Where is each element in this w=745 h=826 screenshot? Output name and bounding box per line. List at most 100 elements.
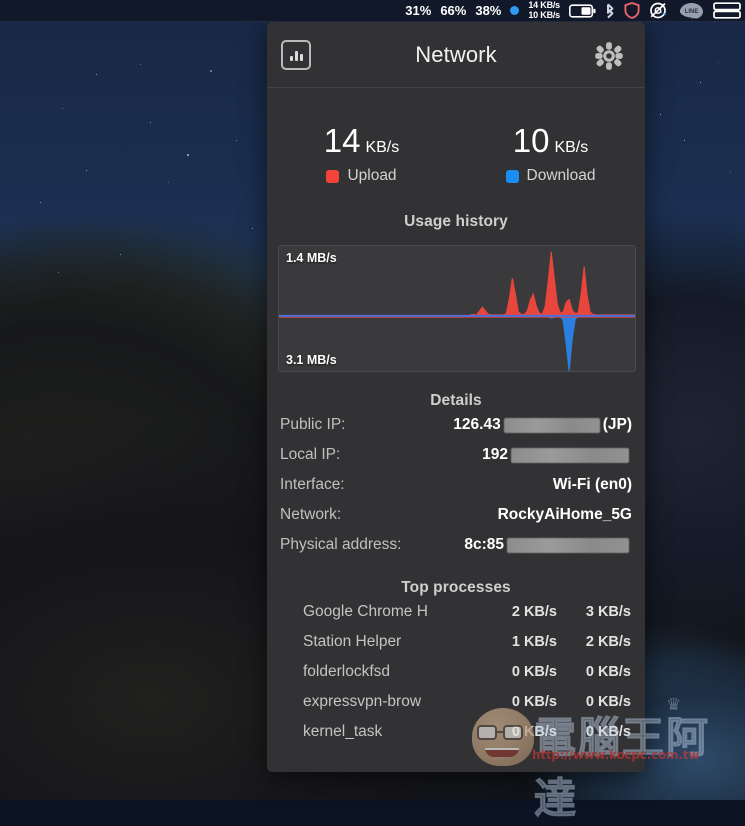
detail-value-text: 8c:85 (464, 536, 504, 554)
network-stats-widget: Network 14KB/s (267, 22, 645, 772)
detail-value-text: 126.43 (453, 416, 500, 434)
download-legend: Download (456, 167, 645, 185)
process-upload-rate: 0 KB/s (483, 694, 557, 710)
star (210, 70, 212, 72)
star (86, 170, 87, 171)
star (718, 62, 719, 63)
star (96, 74, 97, 75)
process-download-rate: 0 KB/s (557, 694, 631, 710)
detail-value: 8c:85 (464, 536, 632, 554)
top-processes-rows: Google Chrome H2 KB/s3 KB/sStation Helpe… (267, 597, 645, 747)
star (236, 140, 237, 141)
download-speed-block: 10KB/s Download (456, 122, 645, 185)
star (700, 82, 701, 83)
upload-legend-label: Upload (347, 167, 396, 185)
detail-value-suffix: (JP) (603, 416, 632, 434)
upload-speed-unit: KB/s (365, 139, 399, 156)
process-row: kernel_task0 KB/s0 KB/s (267, 717, 645, 747)
page-title: Network (267, 42, 645, 68)
process-name: kernel_task (303, 723, 483, 741)
detail-row: Physical address: 8c:85 (267, 530, 645, 560)
process-upload-rate: 1 KB/s (483, 634, 557, 650)
upload-speed-value: 14 (324, 122, 361, 159)
upload-speed-block: 14KB/s Upload (267, 122, 456, 185)
line-app-icon[interactable]: LINE (679, 2, 704, 19)
detail-value-text: RockyAiHome_5G (498, 506, 632, 524)
widget-header: Network (267, 22, 645, 88)
star (168, 182, 169, 183)
star (187, 154, 189, 156)
process-row: Google Chrome H2 KB/s3 KB/s (267, 597, 645, 627)
detail-value-text: Wi-Fi (en0) (553, 476, 632, 494)
redacted-value-mask (507, 538, 629, 553)
star (730, 172, 731, 173)
star (140, 64, 141, 65)
process-row: expressvpn-brow0 KB/s0 KB/s (267, 687, 645, 717)
download-speed-value: 10 (513, 122, 550, 159)
process-download-rate: 0 KB/s (557, 724, 631, 740)
detail-key: Network: (280, 506, 341, 524)
detail-row: Public IP: 126.43 (JP) (267, 410, 645, 440)
cleanmymac-icon[interactable] (649, 2, 670, 19)
detail-value: RockyAiHome_5G (498, 506, 632, 524)
process-name: Google Chrome H (303, 603, 483, 621)
bar-chart-icon[interactable] (281, 40, 311, 70)
detail-value: 192 (482, 446, 632, 464)
top-processes-section: Top processes Google Chrome H2 KB/s3 KB/… (267, 560, 645, 747)
star (660, 114, 661, 115)
process-upload-rate: 0 KB/s (483, 664, 557, 680)
chart-y-top-label: 1.4 MB/s (286, 251, 337, 265)
download-speed-unit: KB/s (554, 139, 588, 156)
keyboard-icon[interactable] (713, 2, 741, 19)
detail-row: Local IP: 192 (267, 440, 645, 470)
process-download-rate: 0 KB/s (557, 664, 631, 680)
detail-key: Public IP: (280, 416, 345, 434)
detail-key: Physical address: (280, 536, 401, 554)
star (62, 108, 63, 109)
upload-color-swatch (326, 170, 339, 183)
process-row: folderlockfsd0 KB/s0 KB/s (267, 657, 645, 687)
redacted-value-mask (504, 418, 600, 433)
upload-speed-value-row: 14KB/s (267, 122, 456, 160)
star (40, 202, 41, 203)
download-speed-value-row: 10KB/s (456, 122, 645, 160)
details-rows: Public IP:126.43 (JP)Local IP:192Interfa… (267, 410, 645, 560)
star (150, 122, 151, 123)
process-download-rate: 2 KB/s (557, 634, 631, 650)
speed-summary: 14KB/s Upload 10KB/s Download (267, 88, 645, 191)
process-row: Station Helper1 KB/s2 KB/s (267, 627, 645, 657)
chart-y-bottom-label: 3.1 MB/s (286, 353, 337, 367)
menubar-stat-cpu[interactable]: 31% (405, 3, 431, 18)
star (252, 228, 253, 229)
menubar-stat-memory[interactable]: 66% (440, 3, 466, 18)
menubar-stat-disk[interactable]: 38% (475, 3, 501, 18)
detail-value: 126.43 (JP) (453, 416, 632, 434)
process-name: Station Helper (303, 633, 483, 651)
usage-history-section: Usage history 1.4 MB/s 3.1 MB/s (267, 191, 645, 372)
network-activity-dot-icon (510, 6, 519, 15)
star (684, 140, 685, 141)
details-title: Details (267, 392, 645, 410)
shield-vpn-icon[interactable] (624, 2, 640, 19)
menubar-network-rates[interactable]: 14 KB/s 10 KB/s (528, 1, 560, 20)
process-name: folderlockfsd (303, 663, 483, 681)
usage-history-title: Usage history (267, 213, 645, 231)
star (58, 272, 59, 273)
process-upload-rate: 0 KB/s (483, 724, 557, 740)
download-color-swatch (506, 170, 519, 183)
upload-legend: Upload (267, 167, 456, 185)
menubar-rate-down: 10 KB/s (528, 10, 560, 20)
star (120, 254, 121, 255)
detail-key: Local IP: (280, 446, 340, 464)
process-upload-rate: 2 KB/s (483, 604, 557, 620)
menubar-rate-up: 14 KB/s (528, 0, 560, 10)
mac-menu-bar[interactable]: 31% 66% 38% 14 KB/s 10 KB/s LINE (0, 0, 745, 22)
gear-icon[interactable] (593, 40, 625, 72)
download-legend-label: Download (527, 167, 596, 185)
battery-icon[interactable] (569, 4, 596, 18)
bluetooth-icon[interactable] (605, 3, 615, 19)
details-section: Details Public IP: 126.43 (JP) Local IP: 19… (267, 372, 645, 560)
detail-value: Wi-Fi (en0) (553, 476, 632, 494)
detail-row: Network: RockyAiHome_5G (267, 500, 645, 530)
process-download-rate: 3 KB/s (557, 604, 631, 620)
